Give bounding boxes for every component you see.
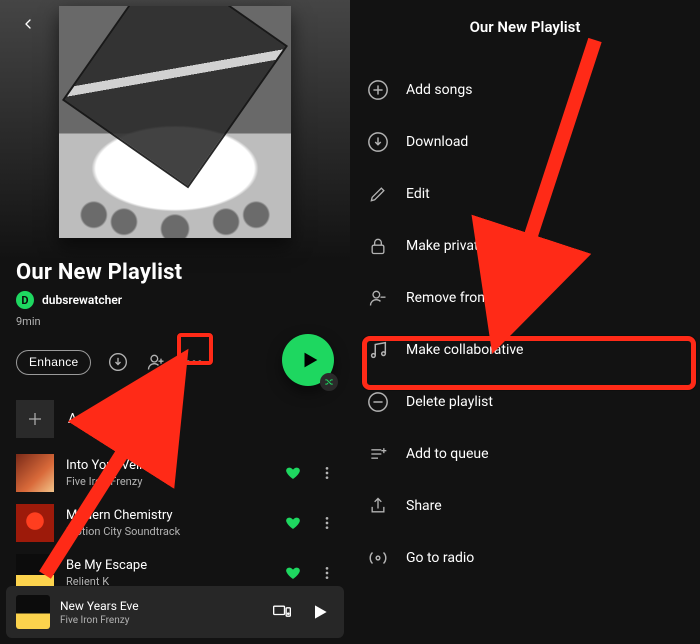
add-songs-label: Add songs <box>68 411 134 427</box>
option-label: Download <box>406 134 468 150</box>
playlist-title: Our New Playlist <box>0 238 350 291</box>
track-title: Into Your Veins <box>66 458 270 473</box>
track-thumbnail <box>16 504 54 542</box>
more-vertical-icon <box>319 565 335 581</box>
track-row[interactable]: Modern Chemistry Motion City Soundtrack <box>0 498 350 548</box>
track-row[interactable]: Into Your Veins Five Iron Frenzy <box>0 448 350 498</box>
option-add-songs[interactable]: Add songs <box>366 64 684 116</box>
download-button[interactable] <box>107 351 129 373</box>
connect-devices-button[interactable] <box>268 602 296 622</box>
option-add-to-queue[interactable]: Add to queue <box>366 428 684 480</box>
queue-icon <box>368 444 388 464</box>
option-label: Go to radio <box>406 550 474 566</box>
option-remove-from-profile[interactable]: Remove from profile <box>366 272 684 324</box>
now-playing-play-button[interactable] <box>306 602 334 622</box>
option-go-to-radio[interactable]: Go to radio <box>366 532 684 584</box>
sheet-title: Our New Playlist <box>366 18 684 36</box>
like-button[interactable] <box>282 565 304 581</box>
user-plus-icon <box>146 352 166 372</box>
option-make-private[interactable]: Make private <box>366 220 684 272</box>
play-icon <box>310 602 330 622</box>
user-remove-icon <box>368 288 388 308</box>
like-button[interactable] <box>282 515 304 531</box>
option-label: Make collaborative <box>406 342 523 358</box>
option-label: Add songs <box>406 82 472 98</box>
option-label: Edit <box>406 186 430 202</box>
playlist-options-sheet: Our New Playlist Add songs Download Edit… <box>350 0 700 644</box>
share-icon <box>368 496 388 516</box>
music-note-icon <box>367 339 389 361</box>
more-horizontal-icon <box>184 352 204 372</box>
cover-art[interactable] <box>59 6 291 238</box>
playlist-duration: 9min <box>0 313 350 338</box>
devices-icon <box>272 602 292 622</box>
playlist-author: dubsrewatcher <box>42 293 122 307</box>
now-playing-thumbnail <box>16 595 50 629</box>
option-share[interactable]: Share <box>366 480 684 532</box>
more-options-button[interactable] <box>183 351 205 373</box>
plus-icon <box>26 410 44 428</box>
chevron-left-icon <box>20 16 36 32</box>
download-icon <box>108 352 128 372</box>
track-artist: Motion City Soundtrack <box>66 525 270 538</box>
option-make-collaborative[interactable]: Make collaborative <box>366 324 684 376</box>
now-playing-bar[interactable]: New Years Eve Five Iron Frenzy <box>6 586 344 638</box>
pencil-icon <box>368 184 388 204</box>
play-icon <box>299 349 321 371</box>
option-delete-playlist[interactable]: Delete playlist <box>366 376 684 428</box>
cover-art-container <box>0 0 350 238</box>
heart-icon <box>285 465 301 481</box>
option-label: Make private <box>406 238 486 254</box>
track-more-button[interactable] <box>316 515 338 531</box>
invite-collaborators-button[interactable] <box>145 351 167 373</box>
shuffle-button[interactable] <box>320 373 338 391</box>
add-songs-row[interactable]: Add songs <box>0 386 350 448</box>
avatar: D <box>16 291 34 309</box>
playlist-screen: Our New Playlist D dubsrewatcher 9min En… <box>0 0 350 644</box>
option-label: Delete playlist <box>406 394 493 410</box>
like-button[interactable] <box>282 465 304 481</box>
plus-circle-icon <box>367 79 389 101</box>
track-more-button[interactable] <box>316 465 338 481</box>
track-more-button[interactable] <box>316 565 338 581</box>
option-label: Remove from profile <box>406 290 532 306</box>
minus-circle-icon <box>367 391 389 413</box>
more-vertical-icon <box>319 465 335 481</box>
track-title: Be My Escape <box>66 558 270 573</box>
playlist-byline[interactable]: D dubsrewatcher <box>0 291 350 313</box>
plus-tile <box>16 400 54 438</box>
track-title: Modern Chemistry <box>66 508 270 523</box>
shuffle-icon <box>324 377 334 387</box>
download-icon <box>367 131 389 153</box>
heart-icon <box>285 515 301 531</box>
option-label: Add to queue <box>406 446 489 462</box>
track-thumbnail <box>16 454 54 492</box>
more-vertical-icon <box>319 515 335 531</box>
playlist-actions: Enhance <box>0 338 350 386</box>
radio-icon <box>367 547 389 569</box>
option-label: Share <box>406 498 442 514</box>
lock-icon <box>368 236 388 256</box>
track-artist: Five Iron Frenzy <box>66 475 270 488</box>
back-button[interactable] <box>14 10 42 38</box>
heart-icon <box>285 565 301 581</box>
option-edit[interactable]: Edit <box>366 168 684 220</box>
option-download[interactable]: Download <box>366 116 684 168</box>
now-playing-title: New Years Eve <box>60 599 258 613</box>
now-playing-artist: Five Iron Frenzy <box>60 615 258 626</box>
enhance-button[interactable]: Enhance <box>16 350 91 375</box>
